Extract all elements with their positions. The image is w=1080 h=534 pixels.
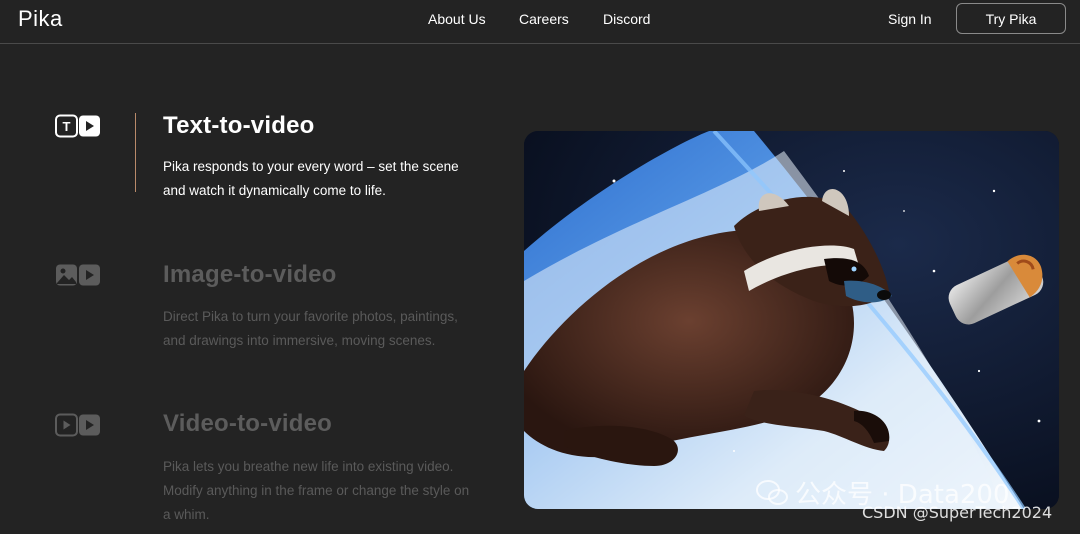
pika-logo[interactable]: Pika — [18, 6, 63, 32]
desc-line: a whim. — [163, 507, 210, 522]
wechat-icon — [756, 479, 788, 505]
csdn-watermark: CSDN @SuperTech2024 — [862, 503, 1053, 522]
desc-line: Pika lets you breathe new life into exis… — [163, 459, 454, 474]
image-to-video-icon[interactable] — [55, 263, 101, 292]
desc-line: and watch it dynamically come to life. — [163, 183, 386, 198]
feature-desc-text-to-video: Pika responds to your every word – set t… — [163, 155, 493, 203]
text-to-video-icon[interactable]: T — [55, 114, 101, 143]
nav-discord[interactable]: Discord — [603, 11, 650, 27]
svg-text:T: T — [63, 119, 71, 134]
nav-careers[interactable]: Careers — [519, 11, 569, 27]
active-feature-indicator — [135, 113, 136, 192]
feature-title-text-to-video[interactable]: Text-to-video — [163, 112, 315, 140]
feature-desc-video-to-video: Pika lets you breathe new life into exis… — [163, 455, 493, 527]
feature-title-video-to-video[interactable]: Video-to-video — [163, 410, 332, 438]
video-to-video-icon[interactable] — [55, 413, 101, 442]
nav-about-us[interactable]: About Us — [428, 11, 486, 27]
top-nav-bar: Pika About Us Careers Discord Sign In Tr… — [0, 0, 1080, 44]
desc-line: Modify anything in the frame or change t… — [163, 483, 470, 498]
raccoon-floating-in-space-image — [524, 131, 1059, 509]
feature-title-image-to-video[interactable]: Image-to-video — [163, 261, 336, 289]
feature-desc-image-to-video: Direct Pika to turn your favorite photos… — [163, 305, 493, 353]
desc-line: Direct Pika to turn your favorite photos… — [163, 309, 458, 324]
try-pika-button[interactable]: Try Pika — [956, 3, 1066, 34]
desc-line: and drawings into immersive, moving scen… — [163, 333, 436, 348]
desc-line: Pika responds to your every word – set t… — [163, 159, 459, 174]
sign-in-link[interactable]: Sign In — [888, 11, 932, 27]
